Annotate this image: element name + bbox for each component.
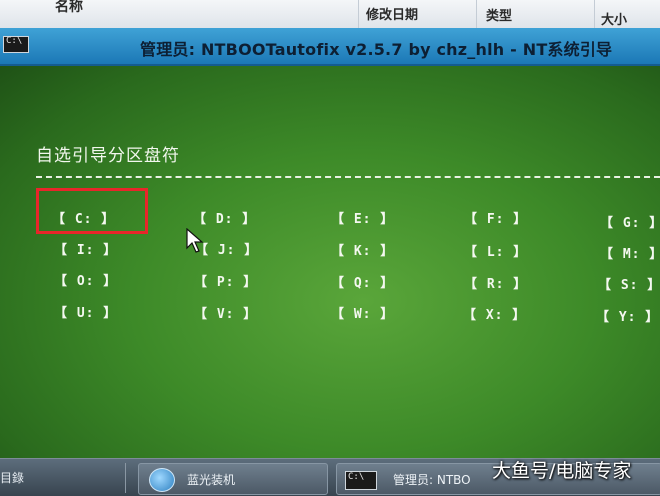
dashed-divider [36,176,660,178]
column-divider[interactable] [358,0,359,28]
cmd-icon[interactable]: C:\ [3,36,29,53]
console-body: 自选引导分区盘符 【 C: 】 【 D: 】 【 E: 】 【 F: 】 【 G… [0,66,660,458]
drive-option-l[interactable]: 【 L: 】 [464,241,527,260]
cmd-icon-text: C:\ [348,472,365,482]
installer-orb-icon [149,468,175,492]
taskbar-item-installer[interactable]: 蓝光装机 [138,463,328,495]
mouse-pointer-icon [186,228,204,253]
drive-option-e[interactable]: 【 E: 】 [331,208,394,227]
explorer-column-header: 名称 修改日期 类型 大小 [0,0,660,29]
drive-option-u[interactable]: 【 U: 】 [54,302,117,321]
drive-option-v[interactable]: 【 V: 】 [194,303,257,322]
taskbar-item-label: 管理员: NTBO [393,473,471,487]
drive-option-m[interactable]: 【 M: 】 [600,243,660,262]
drive-option-d[interactable]: 【 D: 】 [193,208,256,227]
drive-option-o[interactable]: 【 O: 】 [54,270,117,289]
drive-option-k[interactable]: 【 K: 】 [331,240,394,259]
drive-option-w[interactable]: 【 W: 】 [331,303,394,322]
window-title: 管理员: NTBOOTautofix v2.5.7 by chz_hlh - N… [140,40,613,59]
drive-option-r[interactable]: 【 R: 】 [464,273,527,292]
column-name-header[interactable]: 名称 [55,0,83,16]
column-divider[interactable] [476,0,477,28]
taskbar-item-label: 蓝光装机 [187,473,236,487]
column-size-header[interactable]: 大小 [601,9,627,28]
cmd-icon-text: C:\ [6,36,23,46]
drive-option-i[interactable]: 【 I: 】 [54,239,117,258]
console-title-bar[interactable]: C:\ 管理员: NTBOOTautofix v2.5.7 by chz_hlh… [0,28,660,66]
drive-option-x[interactable]: 【 X: 】 [463,304,526,323]
drive-option-q[interactable]: 【 Q: 】 [331,272,394,291]
drive-option-f[interactable]: 【 F: 】 [464,208,527,227]
drive-option-s[interactable]: 【 S: 】 [598,274,660,293]
column-type-header[interactable]: 类型 [486,5,512,24]
drive-option-y[interactable]: 【 Y: 】 [596,306,659,325]
drive-option-p[interactable]: 【 P: 】 [194,271,257,290]
column-date-header[interactable]: 修改日期 [366,4,418,23]
section-heading: 自选引导分区盘符 [36,146,180,166]
drive-option-g[interactable]: 【 G: 】 [600,212,660,231]
taskbar-left-label[interactable]: 目錄 [0,469,24,486]
cmd-icon: C:\ [345,471,377,490]
watermark-text: 大鱼号/电脑专家 [492,460,632,482]
column-divider[interactable] [594,0,595,28]
selection-highlight-box [36,188,148,234]
taskbar-divider [125,463,126,493]
drive-option-j[interactable]: 【 J: 】 [195,239,258,258]
